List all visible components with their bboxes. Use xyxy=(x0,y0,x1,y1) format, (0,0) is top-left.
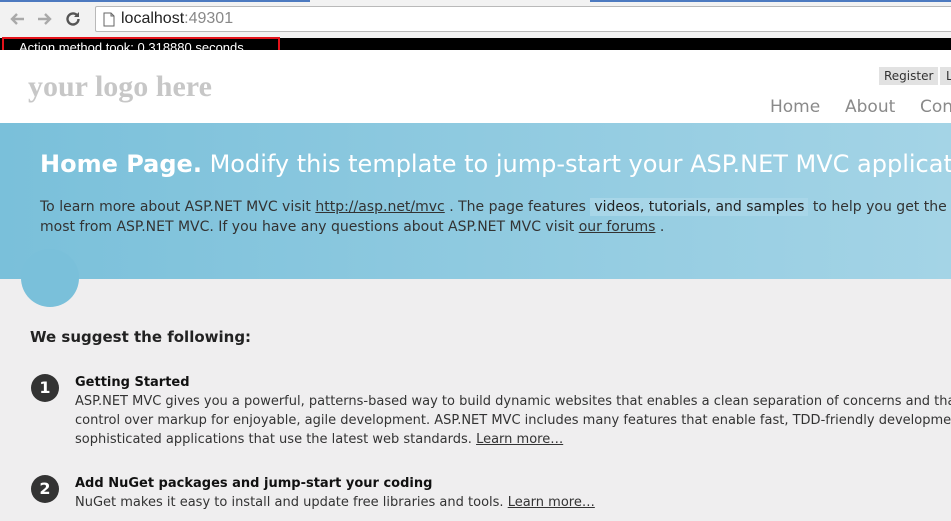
item-title-getting-started: Getting Started xyxy=(75,375,190,390)
browser-toolbar: localhost:49301 xyxy=(0,0,951,39)
learn-more-link[interactable]: Learn more… xyxy=(476,432,563,447)
page-title: Home Page. Modify this template to jump-… xyxy=(40,150,951,178)
menu-about[interactable]: About xyxy=(845,97,895,117)
back-icon[interactable] xyxy=(7,9,27,29)
forward-icon[interactable] xyxy=(35,9,55,29)
learn-more-link[interactable]: Learn more… xyxy=(508,495,595,510)
aspnet-mvc-link[interactable]: http://asp.net/mvc xyxy=(315,199,444,215)
login-link[interactable]: L xyxy=(940,67,951,85)
reload-icon[interactable] xyxy=(63,9,83,29)
site-logo[interactable]: your logo here xyxy=(28,70,212,104)
item-line: control over markup for enjoyable, agile… xyxy=(75,413,951,428)
item-title-nuget: Add NuGet packages and jump-start your c… xyxy=(75,476,433,491)
menu-contact[interactable]: Con xyxy=(920,97,951,117)
featured-section: Home Page. Modify this template to jump-… xyxy=(0,123,951,279)
step-number: 2 xyxy=(31,475,59,503)
item-line: NuGet makes it easy to install and updat… xyxy=(75,495,595,510)
features-highlight: videos, tutorials, and samples xyxy=(590,198,809,216)
page-icon xyxy=(103,12,115,31)
featured-text: To learn more about ASP.NET MVC visit ht… xyxy=(40,198,947,235)
site-header: your logo here Register L Home About Con xyxy=(0,50,951,123)
suggest-heading: We suggest the following: xyxy=(30,328,252,346)
step-number: 1 xyxy=(31,374,59,402)
decorative-bubble xyxy=(21,249,79,307)
tab-strip xyxy=(0,0,951,2)
forums-link[interactable]: our forums xyxy=(579,219,656,235)
url-text[interactable]: localhost:49301 xyxy=(121,10,233,28)
address-bar[interactable]: localhost:49301 xyxy=(95,6,951,32)
item-line: sophisticated applications that use the … xyxy=(75,432,564,447)
menu-home[interactable]: Home xyxy=(770,97,820,117)
item-line: ASP.NET MVC gives you a powerful, patter… xyxy=(75,394,951,409)
register-link[interactable]: Register xyxy=(879,67,939,85)
